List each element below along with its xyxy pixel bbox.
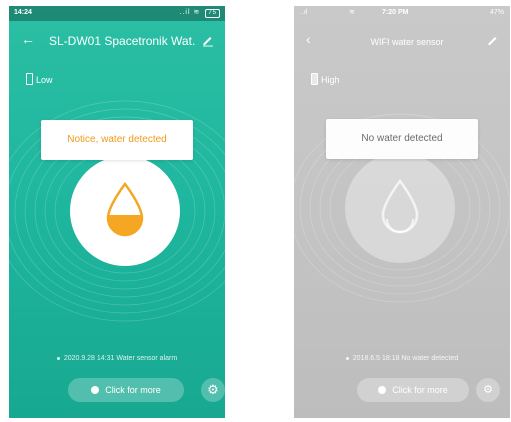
log-entry-text: 2020.9.28 14:31 Water sensor alarm	[63, 355, 178, 362]
pencil-icon[interactable]	[486, 33, 500, 47]
status-time: 7:20 PM	[382, 9, 409, 16]
app-header: ‹ WIFI water sensor	[294, 26, 510, 60]
battery-level-label: High	[321, 75, 340, 85]
info-dot-icon	[91, 386, 100, 394]
click-for-more-label: Click for more	[392, 385, 448, 395]
latest-log-entry: 2018.6.5 18:18 No water detected	[294, 355, 510, 362]
click-for-more-label: Click for more	[105, 385, 161, 395]
battery-level-icon	[26, 73, 33, 85]
log-entry-text: 2018.6.5 18:18 No water detected	[352, 355, 459, 362]
app-header: ← SL-DW01 Spacetronik Wat...	[9, 26, 225, 60]
battery-status: Low	[26, 73, 53, 85]
notice-banner: No water detected	[326, 119, 478, 159]
device-title: SL-DW01 Spacetronik Wat...	[49, 34, 195, 48]
water-drop-icon	[381, 179, 419, 234]
battery-status: High	[311, 73, 340, 85]
wifi-icon: ≋	[349, 9, 355, 16]
click-for-more-button[interactable]: Click for more	[357, 378, 469, 402]
click-for-more-button[interactable]: Click for more	[68, 378, 184, 402]
back-arrow-icon[interactable]: ←	[21, 32, 35, 46]
sensor-status-circle	[345, 153, 455, 263]
battery-level-icon	[311, 73, 318, 85]
device-title: WIFI water sensor	[370, 37, 444, 47]
status-time: 14:24	[14, 9, 32, 16]
signal-icon: ..ıl	[300, 9, 308, 16]
status-bar: ..ıl ≋ 7:20 PM 47%	[294, 6, 510, 21]
signal-icon: ..il	[179, 9, 191, 16]
phone-screen-right: ..ıl ≋ 7:20 PM 47% ‹ WIFI water sensor H…	[294, 6, 510, 418]
status-bar: 14:24 ..il ≋ 75	[9, 6, 225, 21]
battery-percent: 47%	[489, 9, 504, 16]
sensor-status-circle	[70, 156, 180, 266]
notice-banner: Notice, water detected	[41, 120, 193, 160]
log-bullet-icon	[345, 356, 349, 360]
battery-icon: 75	[205, 9, 220, 18]
log-bullet-icon	[56, 356, 60, 360]
pencil-icon[interactable]	[201, 33, 215, 47]
water-drop-icon	[106, 182, 144, 237]
latest-log-entry: 2020.9.28 14:31 Water sensor alarm	[9, 355, 225, 362]
status-icons: ..il ≋ 75	[180, 8, 220, 18]
battery-level-label: Low	[36, 75, 53, 85]
gear-icon[interactable]: ⚙	[476, 378, 500, 402]
phone-screen-left: 14:24 ..il ≋ 75 ← SL-DW01 Spacetronik Wa…	[9, 6, 225, 418]
gear-icon[interactable]: ⚙	[201, 378, 225, 402]
wifi-icon: ≋	[193, 9, 201, 16]
back-arrow-icon[interactable]: ‹	[306, 32, 311, 46]
info-dot-icon	[378, 386, 387, 394]
